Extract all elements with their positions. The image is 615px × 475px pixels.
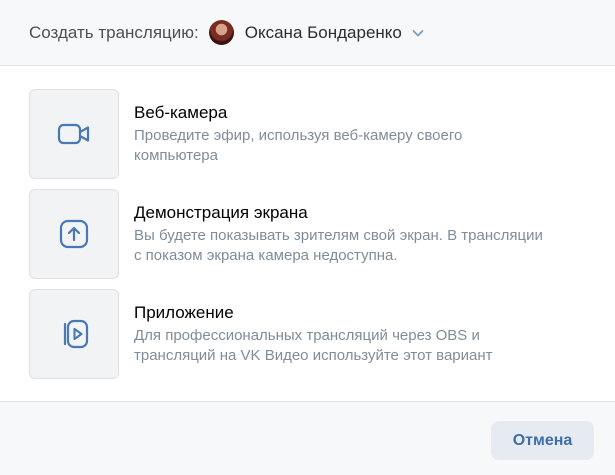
stream-source-options: Веб-камера Проведите эфир, используя веб… [29,89,599,389]
option-title: Демонстрация экрана [134,203,308,222]
option-title: Веб-камера [134,103,228,122]
option-description-line: Проведите эфир, используя веб-камеру сво… [134,127,463,144]
option-webcam[interactable]: Веб-камера Проведите эфир, используя веб… [29,89,599,179]
owner-name: Оксана Бондаренко [244,22,402,42]
option-icon-tile [29,189,119,279]
option-screen-share[interactable]: Демонстрация экрана Вы будете показывать… [29,189,599,279]
screen-share-icon [59,219,89,249]
option-text: Демонстрация экрана Вы будете показывать… [134,189,594,279]
option-text: Приложение Для профессиональных трансляц… [134,289,594,379]
dialog-footer: Отмена [0,401,615,475]
option-description: Вы будете показывать зрителям свой экран… [134,226,594,266]
dialog-header: Создать трансляцию: Оксана Бондаренко [0,0,615,66]
avatar [208,20,234,45]
option-description-line: Для профессиональных трансляций через OB… [134,327,480,344]
chevron-down-icon [411,26,425,40]
video-camera-icon [57,123,90,145]
option-icon-tile [29,289,119,379]
option-description: Проведите эфир, используя веб-камеру сво… [134,126,594,166]
dialog-title: Создать трансляцию: [29,22,199,42]
create-stream-dialog: Создать трансляцию: Оксана Бондаренко Ве… [0,0,615,475]
app-play-icon [63,319,89,349]
option-title: Приложение [134,303,234,322]
option-text: Веб-камера Проведите эфир, используя веб… [134,89,594,179]
option-description-line: Вы будете показывать зрителям свой экран… [134,227,543,244]
option-description: Для профессиональных трансляций через OB… [134,326,594,366]
owner-selector[interactable]: Оксана Бондаренко [208,20,425,45]
option-icon-tile [29,89,119,179]
option-description-line: компьютера [134,147,218,164]
cancel-button[interactable]: Отмена [491,421,594,460]
option-description-line: трансляций на VK Видео используйте этот … [134,347,493,364]
option-application[interactable]: Приложение Для профессиональных трансляц… [29,289,599,379]
option-description-line: с показом экрана камера недоступна. [134,247,398,264]
